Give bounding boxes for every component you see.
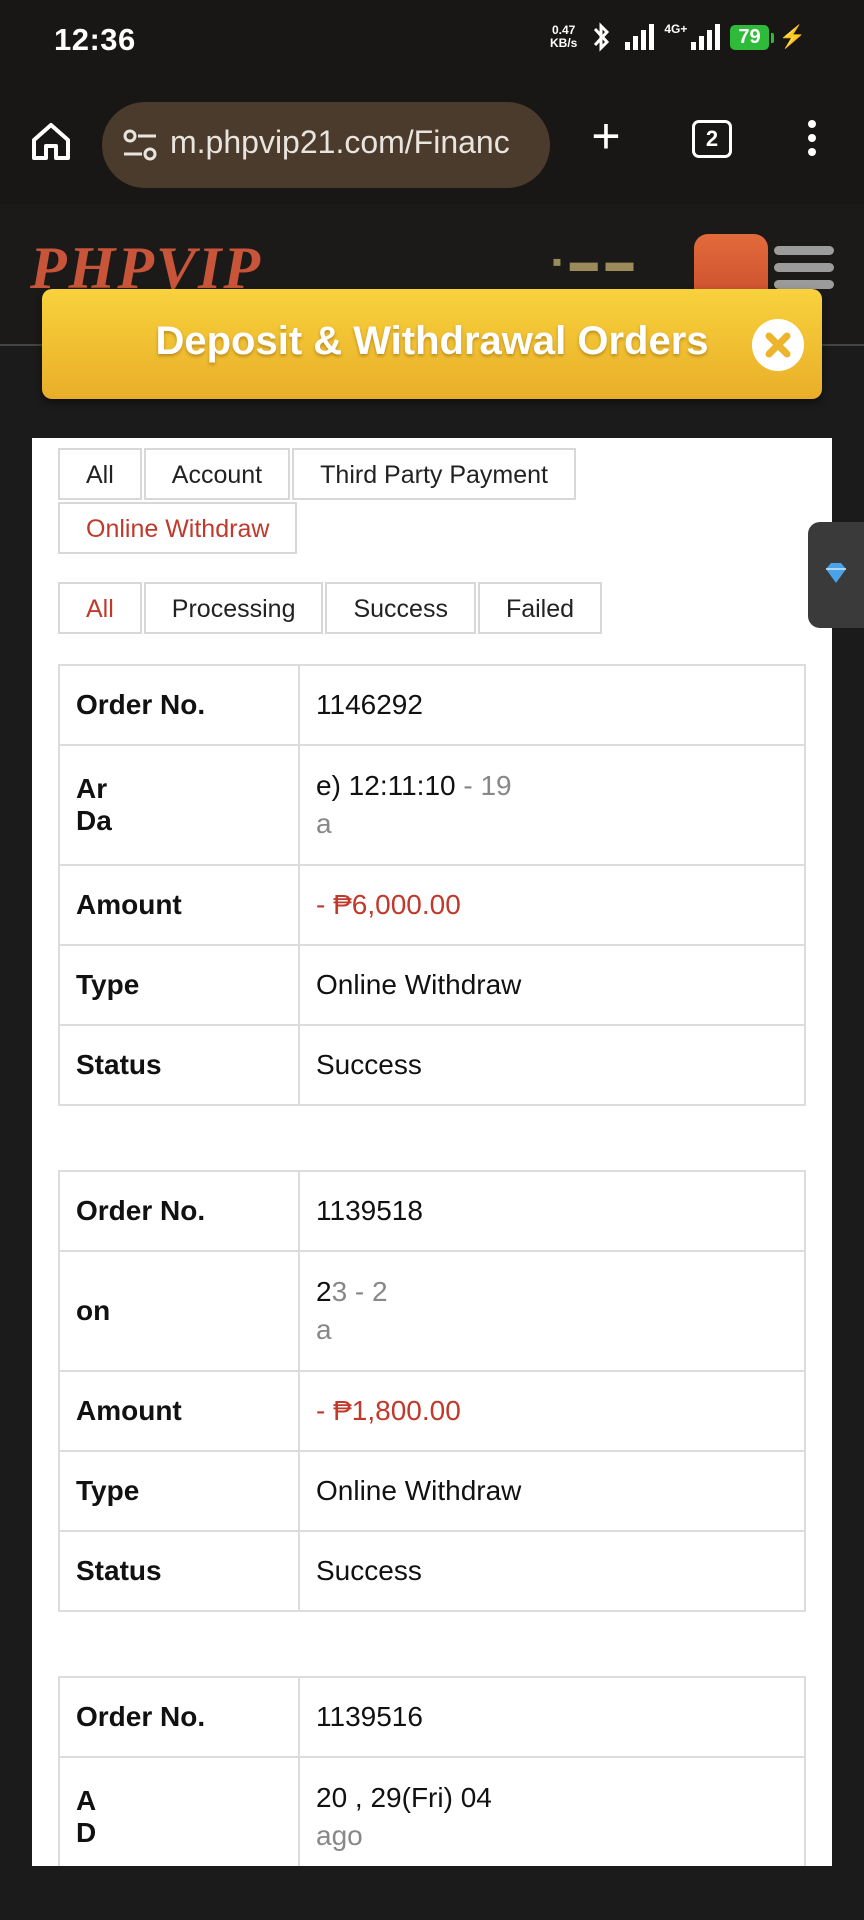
filter-type-account[interactable]: Account xyxy=(143,448,291,500)
table-row: Type Online Withdraw xyxy=(58,944,806,1026)
signal-strength-icon xyxy=(625,24,655,50)
order-card: Order No. 1139516 A D 20 , 29(Fri) 04 ag… xyxy=(58,1676,806,1866)
order-card: Order No. 1139518 on 23 - 2 a Amount - ₱… xyxy=(58,1170,806,1612)
floating-side-tab[interactable] xyxy=(808,522,864,628)
application-date-value: 20 , 29(Fri) 04 ago xyxy=(298,1756,806,1866)
date-line1: 20 , 29(Fri) 04 xyxy=(316,1782,492,1813)
table-row: Ar Da e) 12:11:10 - 19 a xyxy=(58,744,806,866)
filter-status-success[interactable]: Success xyxy=(325,582,476,634)
type-value: Online Withdraw xyxy=(298,944,806,1026)
type-value: Online Withdraw xyxy=(298,1450,806,1532)
amount-label: Amount xyxy=(58,864,300,946)
application-date-value: e) 12:11:10 - 19 a xyxy=(298,744,806,866)
bluetooth-icon xyxy=(594,22,610,52)
order-card: Order No. 1146292 Ar Da e) 12:11:10 - 19… xyxy=(58,664,806,1106)
address-bar[interactable]: m.phpvip21.com/Financ xyxy=(102,102,550,188)
application-date-value: 23 - 2 a xyxy=(298,1250,806,1372)
modal-header: Deposit & Withdrawal Orders xyxy=(42,289,822,399)
more-options-icon[interactable] xyxy=(804,120,820,162)
filter-type-all[interactable]: All xyxy=(58,448,142,500)
date-relative: 3 - 2 xyxy=(331,1276,388,1307)
order-no-value: 1139516 xyxy=(298,1676,806,1758)
tab-switcher-button[interactable]: 2 xyxy=(692,120,732,158)
status-icons: 0.47 KB/s 4G+ 79 ⚡ xyxy=(550,20,806,54)
date-line2: a xyxy=(316,1314,332,1345)
bottom-edge xyxy=(0,1866,864,1920)
order-no-label: Order No. xyxy=(58,1170,300,1252)
order-no-label: Order No. xyxy=(58,664,300,746)
url-text[interactable]: m.phpvip21.com/Financ xyxy=(170,124,510,161)
orders-panel: All Account Third Party Payment Online W… xyxy=(32,438,832,1866)
order-no-value: 1146292 xyxy=(298,664,806,746)
application-date-label: Ar Da xyxy=(58,744,300,866)
table-row: Type Online Withdraw xyxy=(58,1450,806,1532)
filter-type-online-withdraw[interactable]: Online Withdraw xyxy=(58,502,298,554)
status-filter-group: All Processing Success Failed xyxy=(58,582,604,636)
table-row: Order No. 1139518 xyxy=(58,1170,806,1252)
table-row: Amount - ₱1,800.00 xyxy=(58,1370,806,1452)
clock: 12:36 xyxy=(54,22,136,57)
type-label: Type xyxy=(58,1450,300,1532)
date-line1: e) 12:11:10 xyxy=(316,770,456,801)
table-row: Status Success xyxy=(58,1530,806,1612)
status-value: Success xyxy=(298,1024,806,1106)
close-icon[interactable] xyxy=(752,319,804,371)
amount-label: Amount xyxy=(58,1370,300,1452)
filter-type-third-party-payment[interactable]: Third Party Payment xyxy=(292,448,576,500)
charging-icon: ⚡ xyxy=(778,24,806,49)
order-no-value: 1139518 xyxy=(298,1170,806,1252)
filter-status-all[interactable]: All xyxy=(58,582,142,634)
table-row: Order No. 1146292 xyxy=(58,664,806,746)
home-icon[interactable] xyxy=(28,118,74,164)
signal-strength-icon-2 xyxy=(691,24,721,50)
date-line1: 2 xyxy=(316,1276,332,1307)
new-tab-icon[interactable]: + xyxy=(584,111,628,161)
table-row: Order No. 1139516 xyxy=(58,1676,806,1758)
balance-display: ▪ ▬ ▬ xyxy=(552,246,634,277)
application-date-label: A D xyxy=(58,1756,300,1866)
amount-value: - ₱1,800.00 xyxy=(298,1370,806,1452)
modal-title: Deposit & Withdrawal Orders xyxy=(155,319,709,363)
network-speed-unit: KB/s xyxy=(549,36,578,50)
diamond-icon xyxy=(826,563,846,583)
site-settings-icon[interactable] xyxy=(120,126,160,164)
table-row: Amount - ₱6,000.00 xyxy=(58,864,806,946)
battery-indicator: 79 xyxy=(730,24,774,50)
type-filter-group: All Account Third Party Payment Online W… xyxy=(58,448,618,556)
type-label: Type xyxy=(58,944,300,1026)
table-row: on 23 - 2 a xyxy=(58,1250,806,1372)
amount-value: - ₱6,000.00 xyxy=(298,864,806,946)
network-speed: 0.47 KB/s xyxy=(550,24,577,50)
date-line2: a xyxy=(316,808,332,839)
table-row: A D 20 , 29(Fri) 04 ago xyxy=(58,1756,806,1866)
order-no-label: Order No. xyxy=(58,1676,300,1758)
filter-status-failed[interactable]: Failed xyxy=(477,582,603,634)
status-label: Status xyxy=(58,1530,300,1612)
date-line2: ago xyxy=(316,1820,363,1851)
filter-status-processing[interactable]: Processing xyxy=(143,582,324,634)
date-relative: - 19 xyxy=(455,770,512,801)
application-date-label: on xyxy=(58,1250,300,1372)
table-row: Status Success xyxy=(58,1024,806,1106)
browser-toolbar: m.phpvip21.com/Financ + 2 xyxy=(0,82,864,206)
network-type: 4G+ xyxy=(664,22,688,36)
status-label: Status xyxy=(58,1024,300,1106)
status-bar: 12:36 0.47 KB/s 4G+ 79 ⚡ xyxy=(0,0,864,82)
status-value: Success xyxy=(298,1530,806,1612)
